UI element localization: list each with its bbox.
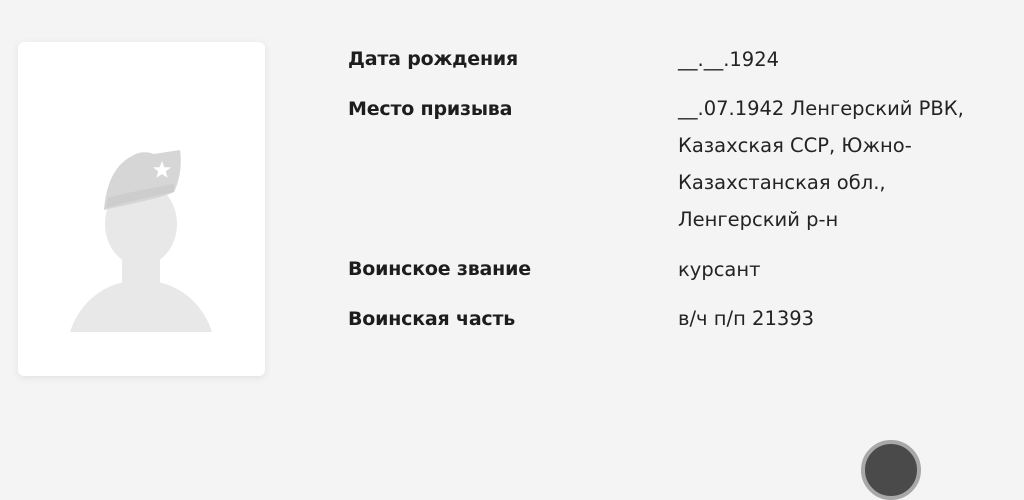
birth-date-label: Дата рождения (348, 48, 519, 70)
military-rank-value: курсант (678, 257, 761, 281)
military-unit-label: Воинская часть (348, 307, 516, 330)
soldier-details: Дата рождения __.__.1924 Место призыва _… (348, 42, 1008, 351)
military-rank-label: Воинское звание (348, 258, 531, 280)
scroll-up-button[interactable] (861, 440, 921, 500)
conscription-place-label: Место призыва (348, 97, 513, 120)
conscription-place-line: __.07.1942 Ленгерский РВК, (678, 97, 964, 120)
conscription-place-line: Ленгерский р-н (678, 208, 839, 231)
conscription-place-value: __.07.1942 Ленгерский РВК, Казахская ССР… (678, 90, 998, 238)
conscription-place-line: Казахстанская обл., (678, 171, 886, 194)
conscription-place-line: Казахская ССР, Южно- (678, 134, 912, 157)
birth-date-row: Дата рождения __.__.1924 (348, 42, 1008, 78)
soldier-silhouette-icon (70, 150, 212, 332)
soldier-photo-card (18, 42, 265, 376)
military-unit-row: Воинская часть в/ч п/п 21393 (348, 302, 1008, 338)
military-rank-row: Воинское звание курсант (348, 252, 1008, 288)
military-unit-value: в/ч п/п 21393 (678, 307, 815, 330)
conscription-place-row: Место призыва __.07.1942 Ленгерский РВК,… (348, 92, 1008, 239)
birth-date-value: __.__.1924 (678, 47, 780, 71)
